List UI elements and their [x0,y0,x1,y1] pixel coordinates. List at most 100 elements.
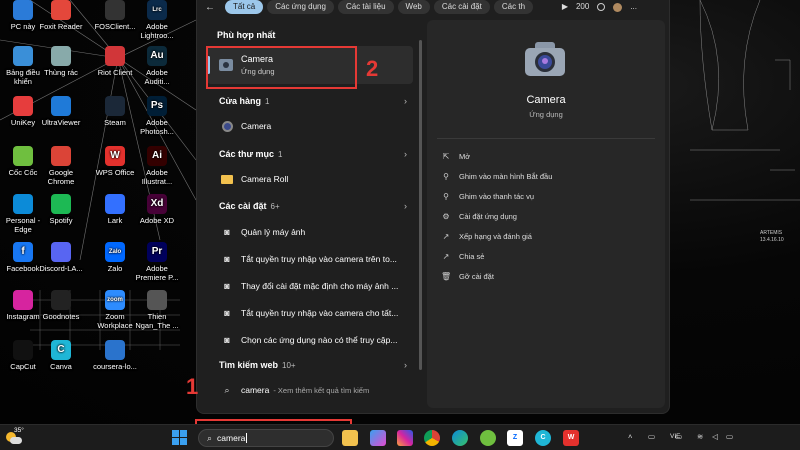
desktop-icon-recycle-bin[interactable]: Thùng rác [38,46,84,77]
text-caret [246,433,248,443]
tray-chevron-icon[interactable]: ˄ [628,432,632,441]
desktop-icon-lark[interactable]: Lark [92,194,138,225]
ultraviewer-icon [51,96,71,116]
battery-icon[interactable]: ▭ [726,432,733,441]
folder-result-camera-roll[interactable]: Camera Roll [213,169,419,189]
instagram-icon[interactable] [397,430,413,446]
goodnotes-icon [51,290,71,310]
desktop-icon-ultraviewer[interactable]: UltraViewer [38,96,84,127]
preview-app-name: Camera [526,94,566,106]
desktop-icon-photoshop[interactable]: Ps Adobe Photosh... [134,96,180,136]
store-chevron-icon[interactable]: › [404,96,407,106]
file-explorer-icon[interactable] [342,430,358,446]
filter-chip-web[interactable]: Web [397,0,430,14]
desktop-icon-chrome[interactable]: Google Chrome [38,146,84,186]
back-arrow-icon[interactable]: ← [205,2,215,13]
edge-icon[interactable] [452,430,468,446]
filter-chip-all[interactable]: Tất cả [225,0,264,14]
desktop-icon-zalo[interactable]: Zalo Zalo [92,242,138,273]
desktop-icon-label: Zoom Workplace [97,312,133,330]
filter-chip-documents[interactable]: Các tài liệu [337,0,394,14]
settings-result[interactable]: ◙ Quản lý máy ảnh [213,222,419,242]
start-button[interactable] [172,430,187,445]
desktop-icon-audition[interactable]: Au Adobe Auditi... [134,46,180,86]
action-share[interactable]: ↗ Chia sẻ [441,249,485,263]
settings-result[interactable]: ◙ Chọn các ứng dụng nào có thể truy cập.… [213,330,419,350]
language-indicator[interactable]: VIE [670,433,680,440]
action-pin-taskbar[interactable]: ⚲ Ghim vào thanh tác vụ [441,189,534,203]
desktop-icon-label: WPS Office [95,168,135,177]
instagram-icon [13,290,33,310]
desktop-icon-steam[interactable]: Steam [92,96,138,127]
photoshop-icon: Ps [147,96,167,116]
weather-widget[interactable]: 35° [6,427,28,448]
wps-icon[interactable]: W [563,430,579,446]
desktop-icon-goodnotes[interactable]: Goodnotes [38,290,84,321]
profile-avatar[interactable] [613,2,623,12]
desktop-icon-discord[interactable]: Discord-LA... [38,242,84,273]
desktop-icon-label: Adobe Illustrat... [141,168,173,186]
settings-result[interactable]: ◙ Tắt quyền truy nhập vào camera trên to… [213,249,419,269]
edge-icon [13,194,33,214]
web-chevron-icon[interactable]: › [404,360,407,370]
results-scrollbar[interactable] [419,40,422,370]
settings-result[interactable]: ◙ Tắt quyền truy nhập vào camera cho tất… [213,303,419,323]
action-open[interactable]: ⇱ Mở [441,149,471,163]
filter-more-icon[interactable]: ▶ [562,0,568,14]
desktop-icon-label: Canva [50,362,72,371]
more-options-icon[interactable]: ... [630,0,637,14]
action-app-settings[interactable]: ⚙ Cài đặt ứng dụng [441,209,517,223]
copilot-icon[interactable] [370,430,386,446]
desktop-icon-lightroom[interactable]: Lrc Adobe Lightroo... [134,0,180,40]
volume-icon[interactable]: ◁ [712,432,718,441]
desktop-icon-riot[interactable]: Riot Client [92,46,138,77]
filter-chip-settings[interactable]: Các cài đặt [433,0,490,14]
store-result-camera[interactable]: Camera [213,116,419,136]
desktop-icon-label: Zalo [107,264,123,273]
tray-app-icon[interactable]: ▭ [648,432,655,441]
pin-icon: ⚲ [443,191,449,201]
desktop-icon-foxit[interactable]: Foxit Reader [38,0,84,31]
wallpaper-label: ARTEMIS 13.4.16.10 [760,230,784,243]
desktop-icon-zoom[interactable]: zoom Zoom Workplace [92,290,138,330]
desktop-icon-label: Discord-LA... [39,264,83,273]
desktop-icon-wps[interactable]: W WPS Office [92,146,138,177]
taskbar-search-box[interactable]: ⌕ camera [198,429,334,447]
settings-chevron-icon[interactable]: › [404,201,407,211]
action-uninstall[interactable]: 🗑 Gỡ cài đặt [441,269,494,283]
desktop-icon-game[interactable]: Thien Ngan_The ... [134,290,180,330]
filter-chip-folders[interactable]: Các th [493,0,534,14]
discord-icon [51,242,71,262]
filter-chip-apps[interactable]: Các ứng dụng [267,0,334,14]
rewards-icon [597,3,606,11]
desktop-icon-illustrator[interactable]: Ai Adobe Illustrat... [134,146,180,186]
desktop-icon-premiere[interactable]: Pr Adobe Premiere P... [134,242,180,282]
desktop-icon-label: Goodnotes [42,312,80,321]
premiere-icon: Pr [147,242,167,262]
canva-icon[interactable]: C [535,430,551,446]
recycle-bin-icon [51,46,71,66]
wifi-icon[interactable]: ≋ [697,432,703,441]
web-search-heading[interactable]: Tìm kiếm web 10+ [219,360,296,370]
desktop-icon-canva[interactable]: C Canva [38,340,84,371]
folders-chevron-icon[interactable]: › [404,149,407,159]
folder-icon [221,173,233,185]
zalo-icon: Zalo [105,242,125,262]
action-pin-start[interactable]: ⚲ Ghim vào màn hình Bắt đầu [441,169,552,183]
web-search-result[interactable]: ⌕ camera - Xem thêm kết quả tìm kiếm [213,380,419,400]
settings-heading[interactable]: Các cài đặt 6+ [219,201,280,211]
action-rate-review[interactable]: ↗ Xếp hạng và đánh giá [441,229,532,243]
taskbar-search-input[interactable]: camera [217,433,245,443]
store-heading[interactable]: Cửa hàng 1 [219,96,269,106]
desktop-icon-coursera[interactable]: coursera-lo... [92,340,138,371]
coccoc-icon[interactable] [480,430,496,446]
settings-result[interactable]: ◙ Thay đổi cài đặt mặc định cho máy ảnh … [213,276,419,296]
desktop-icon-fosclient[interactable]: FOSClient... [92,0,138,31]
desktop-icon-xd[interactable]: Xd Adobe XD [134,194,180,225]
folders-heading[interactable]: Các thư mục 1 [219,149,282,159]
desktop-icon-spotify[interactable]: Spotify [38,194,84,225]
facebook-icon: f [13,242,33,262]
chrome-icon[interactable] [424,430,440,446]
zalo-icon[interactable]: Z [507,430,523,446]
chrome-icon [51,146,71,166]
